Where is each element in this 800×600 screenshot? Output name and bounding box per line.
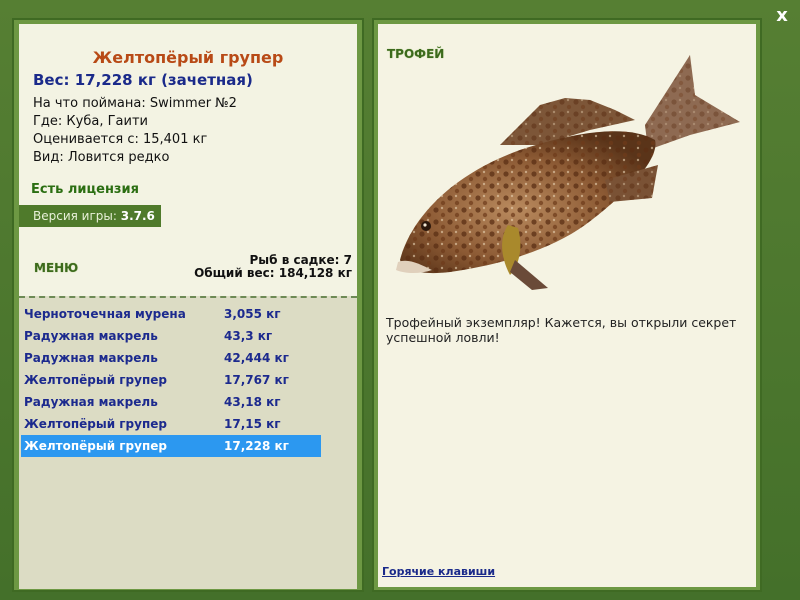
catch-weight: 43,18 кг <box>224 395 281 409</box>
catch-name: Желтопёрый групер <box>24 373 167 387</box>
catch-list-item[interactable]: Желтопёрый групер 17,767 кг <box>21 369 321 391</box>
catch-weight: 17,767 кг <box>224 373 289 387</box>
catch-weight: 3,055 кг <box>224 307 281 321</box>
catch-name: Радужная макрель <box>24 351 158 365</box>
catch-name: Черноточечная мурена <box>24 307 186 321</box>
fish-kind: Вид: Ловится редко <box>33 150 170 165</box>
catch-weight: 17,228 кг <box>224 439 289 453</box>
catch-weight: 43,3 кг <box>224 329 273 343</box>
fish-weight: Вес: 17,228 кг (зачетная) <box>33 71 253 89</box>
fish-place: Где: Куба, Гаити <box>33 114 148 129</box>
version-bar: Версия игры: 3.7.6 <box>19 205 161 227</box>
catch-list-item[interactable]: Желтопёрый групер 17,15 кг <box>21 413 321 435</box>
fish-rated: Оценивается с: 15,401 кг <box>33 132 208 147</box>
grouper-fish-image <box>396 55 740 290</box>
trophy-description: Трофейный экземпляр! Кажется, вы открыли… <box>386 315 737 345</box>
catch-list-item[interactable]: Радужная макрель 43,3 кг <box>21 325 321 347</box>
hotkeys-link[interactable]: Горячие клавиши <box>382 565 495 578</box>
fish-title: Желтопёрый групер <box>92 48 284 67</box>
catch-name: Желтопёрый групер <box>24 439 167 453</box>
menu-button[interactable]: МЕНЮ <box>34 261 78 275</box>
catch-list-item[interactable]: Радужная макрель 43,18 кг <box>21 391 321 413</box>
version-value: 3.7.6 <box>120 209 155 223</box>
version-label: Версия игры: <box>33 209 121 223</box>
catch-weight: 17,15 кг <box>224 417 281 431</box>
close-button[interactable]: x <box>770 4 794 28</box>
keep-count: Рыб в садке: 7 <box>249 253 353 267</box>
ventral-fin <box>510 260 548 290</box>
catch-weight: 42,444 кг <box>224 351 289 365</box>
catch-list-item[interactable]: Желтопёрый групер 17,228 кг <box>21 435 321 457</box>
license-status: Есть лицензия <box>31 182 139 197</box>
catch-name: Радужная макрель <box>24 329 158 343</box>
catch-name: Радужная макрель <box>24 395 158 409</box>
catch-list-item[interactable]: Радужная макрель 42,444 кг <box>21 347 321 369</box>
fish-bait: На что поймана: Swimmer №2 <box>33 96 237 111</box>
catch-name: Желтопёрый групер <box>24 417 167 431</box>
catch-list-item[interactable]: Черноточечная мурена 3,055 кг <box>21 303 321 325</box>
keep-total-weight: Общий вес: 184,128 кг <box>194 266 352 280</box>
